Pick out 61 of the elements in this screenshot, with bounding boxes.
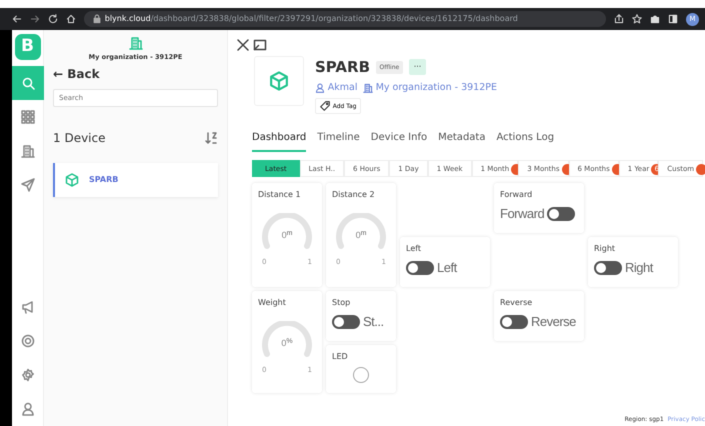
close-icon[interactable]	[236, 38, 250, 52]
device-name: SPARB	[315, 57, 370, 78]
toggle-switch[interactable]	[406, 261, 434, 275]
tab[interactable]: Dashboard	[252, 130, 306, 152]
expand-icon[interactable]	[252, 38, 267, 52]
widget-title: Right	[594, 243, 616, 256]
device-list-item[interactable]: SPARB	[53, 163, 218, 198]
tab[interactable]: Actions Log	[496, 130, 554, 152]
switch-label: Reverse	[531, 313, 576, 332]
building-icon	[128, 36, 142, 50]
url-text: blynk.cloud/dashboard/323838/global/filter/2397291/organization/323838/devices/1612175/dashboard	[104, 13, 518, 25]
building-icon	[362, 83, 373, 94]
organization-link[interactable]: My organization - 3912PE	[362, 81, 498, 96]
gauge-value: 0$^{%}$	[280, 337, 294, 350]
tab[interactable]: Device Info	[370, 130, 428, 152]
switch-label: Forward	[500, 205, 544, 224]
cube-icon	[269, 71, 289, 91]
widget-title: Forward	[500, 189, 534, 202]
widget-title: Stop	[332, 297, 352, 310]
widget-title: Left	[406, 243, 422, 256]
back-link[interactable]: ← Back	[53, 65, 100, 84]
search-icon	[20, 76, 34, 90]
gauge-value: 0$^{m}$	[354, 229, 368, 242]
user-icon	[315, 83, 325, 94]
megaphone-icon[interactable]	[20, 300, 34, 314]
reload-icon[interactable]	[48, 14, 58, 24]
widget-title: Distance 1	[258, 189, 302, 202]
back-arrow-icon[interactable]	[12, 14, 22, 24]
switch-label: St...	[363, 313, 384, 332]
switch-label: Right	[625, 259, 653, 278]
lock-icon	[92, 14, 102, 24]
toggle-switch[interactable]	[332, 315, 360, 329]
settings-icon[interactable]	[20, 368, 34, 382]
widget-title: Reverse	[500, 297, 534, 310]
toggle-switch[interactable]	[500, 315, 528, 329]
widget-title: Distance 2	[332, 189, 376, 202]
cube-icon	[65, 173, 79, 188]
toggle-switch[interactable]	[594, 261, 622, 275]
sidebar-icon[interactable]	[668, 14, 678, 24]
tab[interactable]: Timeline	[317, 130, 360, 152]
building-icon	[20, 144, 34, 158]
widget-title: LED	[332, 351, 349, 364]
forward-arrow-icon[interactable]	[30, 14, 40, 24]
grid-icon	[20, 110, 34, 124]
more-button[interactable]: ···	[408, 59, 426, 76]
tab[interactable]: Metadata	[438, 130, 486, 152]
switch-label: Left	[437, 259, 457, 278]
home-icon[interactable]	[66, 14, 76, 24]
gauge-value: 0$^{m}$	[280, 229, 294, 242]
owner-link[interactable]: Akmal	[315, 81, 358, 96]
sort-icon[interactable]	[204, 131, 218, 146]
toggle-switch[interactable]	[547, 207, 576, 221]
user-icon[interactable]	[20, 402, 34, 416]
star-icon[interactable]	[632, 14, 642, 24]
address-bar[interactable]: blynk.cloud/dashboard/323838/global/filter/2397291/organization/323838/devices/1612175/dashboard	[84, 11, 606, 27]
lifebuoy-icon[interactable]	[20, 334, 34, 348]
device-count: 1 Device	[53, 130, 106, 148]
share-icon[interactable]	[614, 14, 624, 24]
widget-title: Weight	[258, 297, 287, 310]
tag-icon	[320, 101, 330, 112]
paper-plane-icon	[20, 178, 34, 192]
